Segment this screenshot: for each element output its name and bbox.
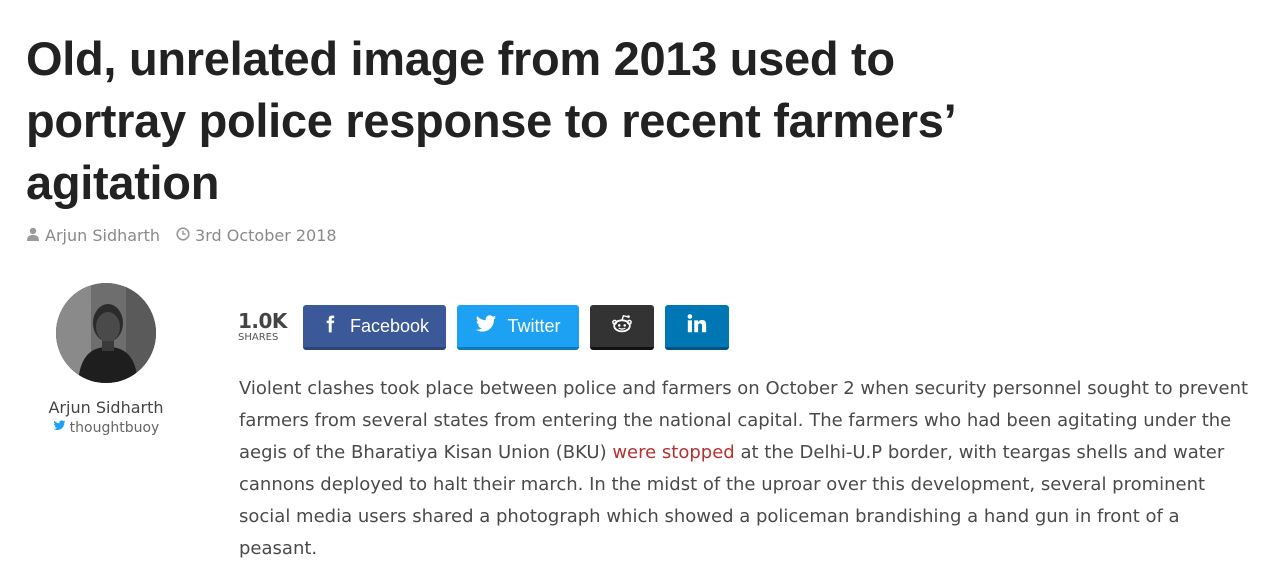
clock-icon	[176, 226, 190, 245]
author-name[interactable]: Arjun Sidharth	[40, 398, 172, 417]
twitter-bird-icon	[53, 419, 66, 436]
twitter-icon	[475, 313, 497, 340]
share-bar: 1.0K SHARES Facebook Twitter	[238, 305, 729, 350]
publish-date: 3rd October 2018	[195, 226, 337, 245]
article-body: Violent clashes took place between polic…	[239, 373, 1254, 565]
author-box: Arjun Sidharth thoughtbuoy	[40, 283, 172, 436]
facebook-label: Facebook	[349, 315, 430, 336]
twitter-share-button[interactable]: Twitter	[457, 305, 579, 350]
twitter-handle-text: thoughtbuoy	[69, 419, 160, 436]
avatar[interactable]	[56, 283, 156, 383]
linkedin-icon	[686, 313, 708, 340]
share-count: 1.0K SHARES	[238, 311, 290, 345]
facebook-icon	[320, 314, 340, 339]
article-meta: Arjun Sidharth 3rd October 2018	[26, 226, 337, 245]
twitter-label: Twitter	[507, 315, 561, 336]
article-title: Old, unrelated image from 2013 used to p…	[26, 32, 954, 209]
twitter-handle[interactable]: thoughtbuoy	[40, 419, 172, 436]
share-count-label: SHARES	[238, 331, 279, 343]
facebook-share-button[interactable]: Facebook	[303, 305, 446, 350]
reddit-icon	[611, 313, 633, 340]
date-meta: 3rd October 2018	[176, 226, 337, 245]
author-link[interactable]: Arjun Sidharth	[45, 226, 160, 245]
were-stopped-link[interactable]: were stopped	[612, 442, 734, 463]
user-icon	[26, 226, 40, 245]
linkedin-share-button[interactable]	[665, 305, 729, 350]
share-count-number: 1.0K	[238, 308, 287, 333]
reddit-share-button[interactable]	[590, 305, 654, 350]
author-meta[interactable]: Arjun Sidharth	[26, 226, 160, 245]
